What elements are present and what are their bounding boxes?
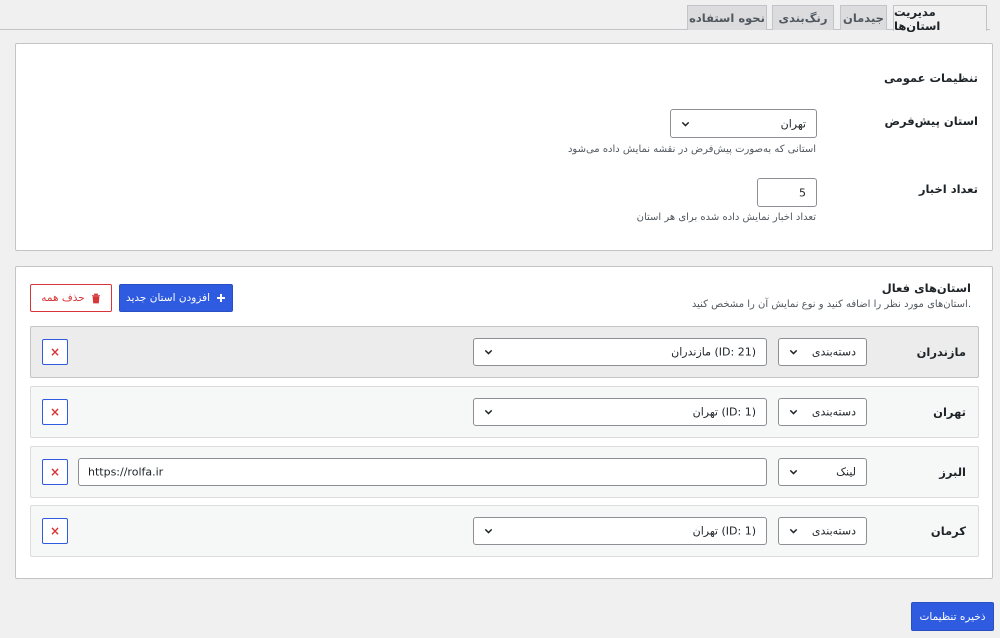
select-value: دسته‌بندی xyxy=(811,405,856,419)
news-count-input[interactable]: 5 xyxy=(757,178,817,207)
delete-all-button[interactable]: حذف همه xyxy=(30,284,112,312)
add-province-button[interactable]: افزودن استان جدید xyxy=(119,284,233,312)
display-type-select[interactable]: دسته‌بندی xyxy=(778,398,867,426)
remove-row-button[interactable]: × xyxy=(42,459,68,485)
province-name: البرز xyxy=(939,465,966,479)
category-select[interactable]: تهران (ID: 1) xyxy=(473,517,767,545)
input-value: 5 xyxy=(799,186,806,199)
news-count-description: تعداد اخبار نمایش داده شده برای هر استان xyxy=(636,212,816,223)
chevron-down-icon xyxy=(484,409,493,415)
select-value: دسته‌بندی xyxy=(811,524,856,538)
province-row: تهران دسته‌بندی تهران (ID: 1) × xyxy=(30,386,979,438)
category-select[interactable]: مازندران (ID: 21) xyxy=(473,338,767,366)
tab-label: جیدمان xyxy=(843,11,884,25)
select-value: مازندران (ID: 21) xyxy=(671,345,756,359)
chevron-down-icon xyxy=(789,528,798,534)
category-select[interactable]: تهران (ID: 1) xyxy=(473,398,767,426)
select-value: دسته‌بندی xyxy=(811,345,856,359)
province-row: مازندران دسته‌بندی مازندران (ID: 21) × xyxy=(30,326,979,378)
active-provinces-subtitle: استان‌های مورد نظر را اضافه کنید و نوع ن… xyxy=(691,299,971,310)
close-icon: × xyxy=(49,465,61,479)
default-province-description: استانی که به‌صورت پیش‌فرض در نقشه نمایش … xyxy=(567,144,816,155)
chevron-down-icon xyxy=(484,528,493,534)
chevron-down-icon xyxy=(789,349,798,355)
tab-label: نحوه استفاده xyxy=(689,11,765,25)
province-row: البرز لینک https://rolfa.ir × xyxy=(30,446,979,498)
active-provinces-title: استان‌های فعال xyxy=(881,281,971,295)
delete-all-label: حذف همه xyxy=(41,292,85,304)
chevron-down-icon xyxy=(789,409,798,415)
select-value: تهران (ID: 1) xyxy=(692,524,756,538)
select-value: تهران (ID: 1) xyxy=(692,405,756,419)
tab-colors[interactable]: رنگ‌بندی xyxy=(772,5,834,30)
link-url-input[interactable]: https://rolfa.ir xyxy=(78,458,767,486)
remove-row-button[interactable]: × xyxy=(42,399,68,425)
plus-icon xyxy=(217,294,226,302)
display-type-select[interactable]: دسته‌بندی xyxy=(778,338,867,366)
close-icon: × xyxy=(49,405,61,419)
general-settings-title: تنظیمات عمومی xyxy=(883,71,978,85)
tab-usage[interactable]: نحوه استفاده xyxy=(687,5,767,30)
chevron-down-icon xyxy=(484,349,493,355)
close-icon: × xyxy=(49,345,61,359)
trash-icon xyxy=(91,293,100,303)
remove-row-button[interactable]: × xyxy=(42,339,68,365)
tab-label: مدیریت استان‌ها xyxy=(894,4,941,33)
tab-manage-provinces[interactable]: مدیریت استان‌ها xyxy=(893,4,987,33)
tab-label: رنگ‌بندی xyxy=(778,11,828,25)
save-settings-button[interactable]: ذخیره تنظیمات xyxy=(911,602,994,631)
save-settings-label: ذخیره تنظیمات xyxy=(919,610,986,623)
select-value: لینک xyxy=(836,465,856,479)
province-name: مازندران xyxy=(916,345,966,359)
province-name: کرمان xyxy=(930,524,966,538)
chevron-down-icon xyxy=(681,121,690,127)
news-count-label: تعداد اخبار xyxy=(918,182,978,196)
add-province-label: افزودن استان جدید xyxy=(125,292,211,304)
default-province-label: استان پیش‌فرض xyxy=(884,114,978,128)
chevron-down-icon xyxy=(789,469,798,475)
select-value: تهران xyxy=(780,117,806,130)
default-province-select[interactable]: تهران xyxy=(670,109,817,138)
province-name: تهران xyxy=(933,405,966,419)
tab-layout[interactable]: جیدمان xyxy=(840,5,887,30)
close-icon: × xyxy=(49,524,61,538)
remove-row-button[interactable]: × xyxy=(42,518,68,544)
province-row: کرمان دسته‌بندی تهران (ID: 1) × xyxy=(30,505,979,557)
general-settings-card: تنظیمات عمومی استان پیش‌فرض تهران استانی… xyxy=(15,43,993,251)
input-value: https://rolfa.ir xyxy=(88,465,164,479)
display-type-select[interactable]: دسته‌بندی xyxy=(778,517,867,545)
display-type-select[interactable]: لینک xyxy=(778,458,867,486)
